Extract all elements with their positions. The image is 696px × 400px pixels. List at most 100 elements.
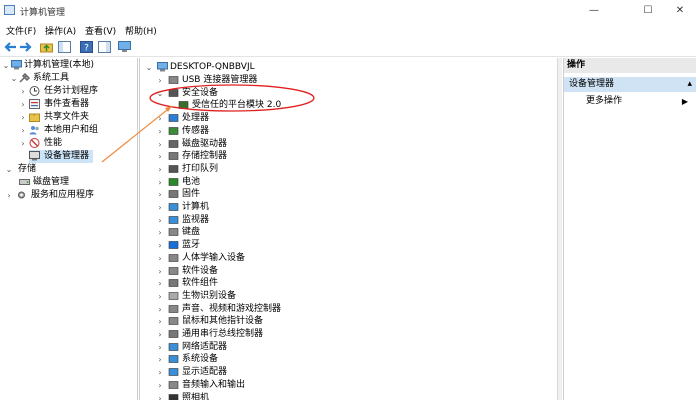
chevron-right-icon[interactable]: › <box>156 290 164 303</box>
chevron-right-icon[interactable]: › <box>156 138 164 151</box>
desktop-computer-icon <box>157 62 168 72</box>
chevron-right-icon[interactable]: › <box>156 239 164 252</box>
tree-item-device-manager[interactable]: 设备管理器 <box>29 150 93 163</box>
tree-item-shared-folders[interactable]: › 共享文件夹 <box>2 111 137 124</box>
chevron-right-icon[interactable]: › <box>156 252 164 265</box>
device-category-row[interactable]: › 磁盘驱动器 <box>140 138 557 151</box>
chevron-right-icon[interactable]: › <box>5 189 13 202</box>
device-category-row[interactable]: › 软件组件 <box>140 277 557 290</box>
chevron-right-icon[interactable]: › <box>156 341 164 354</box>
chevron-right-icon[interactable]: › <box>156 303 164 316</box>
tree-item-system-tools[interactable]: ⌄ 系统工具 <box>2 72 137 85</box>
actions-group-label: 设备管理器 <box>569 79 615 89</box>
device-category-row[interactable]: › 监视器 <box>140 214 557 227</box>
tree-item-event-viewer[interactable]: › 事件查看器 <box>2 98 137 111</box>
device-category-row[interactable]: › 软件设备 <box>140 265 557 278</box>
actions-group-device-manager[interactable]: 设备管理器 ▴ <box>564 77 696 92</box>
show-hide-tree-icon[interactable] <box>58 41 71 53</box>
chevron-right-icon[interactable]: › <box>156 214 164 227</box>
menu-file[interactable]: 文件(F) <box>6 24 36 37</box>
close-button[interactable]: ✕ <box>665 3 695 19</box>
chevron-down-icon[interactable]: ⌄ <box>10 72 18 85</box>
chevron-right-icon[interactable]: › <box>156 315 164 328</box>
sound-icon <box>168 304 179 313</box>
tree-item-storage[interactable]: ⌄ 存储 <box>2 163 137 176</box>
chevron-right-icon[interactable]: › <box>19 137 27 150</box>
help-icon[interactable]: ? <box>80 41 93 53</box>
minimize-button[interactable]: — <box>579 3 609 19</box>
chevron-right-icon[interactable]: › <box>19 98 27 111</box>
device-category-row[interactable]: › 生物识别设备 <box>140 290 557 303</box>
device-category-row[interactable]: › USB 连接器管理器 <box>140 74 557 87</box>
device-category-row[interactable]: › 照相机 <box>140 392 557 400</box>
computer-icon[interactable] <box>118 41 131 53</box>
device-category-row[interactable]: › 显示适配器 <box>140 366 557 379</box>
chevron-right-icon[interactable]: › <box>156 328 164 341</box>
device-category-row[interactable]: › 固件 <box>140 188 557 201</box>
device-category-row[interactable]: › 键盘 <box>140 226 557 239</box>
properties-pane-icon[interactable] <box>98 41 111 53</box>
chevron-right-icon[interactable]: › <box>156 392 164 400</box>
device-category-row[interactable]: › 处理器 <box>140 112 557 125</box>
forward-arrow-icon[interactable] <box>19 41 32 53</box>
tree-item-computer-management[interactable]: ⌄ 计算机管理(本地) <box>2 59 137 72</box>
chevron-right-icon[interactable]: › <box>156 277 164 290</box>
tree-item-task-scheduler[interactable]: › 任务计划程序 <box>2 85 137 98</box>
chevron-right-icon[interactable]: › <box>156 265 164 278</box>
device-category-row[interactable]: › 计算机 <box>140 201 557 214</box>
back-arrow-icon[interactable] <box>4 41 17 53</box>
tree-item-label: 磁盘管理 <box>33 177 70 187</box>
device-tree-root[interactable]: ⌄ DESKTOP-QNBBVJL <box>140 61 557 74</box>
device-category-row[interactable]: › 音频输入和输出 <box>140 379 557 392</box>
device-category-row[interactable]: › 存储控制器 <box>140 150 557 163</box>
chevron-right-icon[interactable]: › <box>19 111 27 124</box>
device-category-row[interactable]: › 系统设备 <box>140 353 557 366</box>
chevron-right-icon[interactable]: › <box>19 85 27 98</box>
device-category-row[interactable]: › 网络适配器 <box>140 341 557 354</box>
device-category-row[interactable]: 受信任的平台模块 2.0 <box>140 99 557 112</box>
chevron-up-icon[interactable]: ▴ <box>687 77 692 92</box>
chevron-down-icon[interactable]: ⌄ <box>145 61 153 74</box>
maximize-button[interactable]: ☐ <box>633 3 663 19</box>
menu-help[interactable]: 帮助(H) <box>125 24 157 37</box>
device-category-row[interactable]: › 打印队列 <box>140 163 557 176</box>
chevron-right-icon[interactable]: › <box>156 353 164 366</box>
device-category-row[interactable]: › 通用串行总线控制器 <box>140 328 557 341</box>
vertical-scrollbar[interactable] <box>557 58 562 400</box>
device-category-label: 蓝牙 <box>182 240 201 251</box>
device-category-row[interactable]: ⌄ 安全设备 <box>140 87 557 100</box>
chevron-right-icon[interactable]: › <box>156 150 164 163</box>
chevron-right-icon[interactable]: › <box>156 201 164 214</box>
device-category-row[interactable]: › 鼠标和其他指针设备 <box>140 315 557 328</box>
chevron-right-icon[interactable]: › <box>156 176 164 189</box>
device-category-row[interactable]: › 电池 <box>140 176 557 189</box>
up-folder-icon[interactable] <box>40 41 53 53</box>
chevron-right-icon[interactable]: › <box>156 112 164 125</box>
chevron-right-icon[interactable]: › <box>156 125 164 138</box>
chevron-right-icon[interactable]: › <box>156 188 164 201</box>
tree-item-local-users-groups[interactable]: › 本地用户和组 <box>2 124 137 137</box>
triangle-right-icon[interactable]: ▶ <box>682 95 688 108</box>
chevron-down-icon[interactable]: ⌄ <box>5 163 13 176</box>
tree-item-services-applications[interactable]: › 服务和应用程序 <box>2 189 137 202</box>
device-category-label: 显示适配器 <box>182 367 228 378</box>
chevron-right-icon[interactable]: › <box>156 163 164 176</box>
device-category-row[interactable]: › 传感器 <box>140 125 557 138</box>
chevron-down-icon[interactable]: ⌄ <box>156 87 164 100</box>
chevron-down-icon[interactable]: ⌄ <box>2 59 10 72</box>
chevron-right-icon[interactable]: › <box>156 366 164 379</box>
tree-item-performance[interactable]: › 性能 <box>2 137 137 150</box>
tree-item-disk-management[interactable]: 磁盘管理 <box>2 176 137 189</box>
device-category-row[interactable]: › 蓝牙 <box>140 239 557 252</box>
device-category-label: 监视器 <box>182 214 210 225</box>
chevron-right-icon[interactable]: › <box>156 226 164 239</box>
chevron-right-icon[interactable]: › <box>19 124 27 137</box>
device-category-row[interactable]: › 人体学输入设备 <box>140 252 557 265</box>
chevron-right-icon[interactable]: › <box>156 379 164 392</box>
device-category-row[interactable]: › 声音、视频和游戏控制器 <box>140 303 557 316</box>
menu-view[interactable]: 查看(V) <box>85 24 116 37</box>
chevron-right-icon[interactable]: › <box>156 74 164 87</box>
usb-icon <box>168 76 179 84</box>
more-actions-link[interactable]: 更多操作 <box>586 95 622 108</box>
menu-action[interactable]: 操作(A) <box>45 24 76 37</box>
